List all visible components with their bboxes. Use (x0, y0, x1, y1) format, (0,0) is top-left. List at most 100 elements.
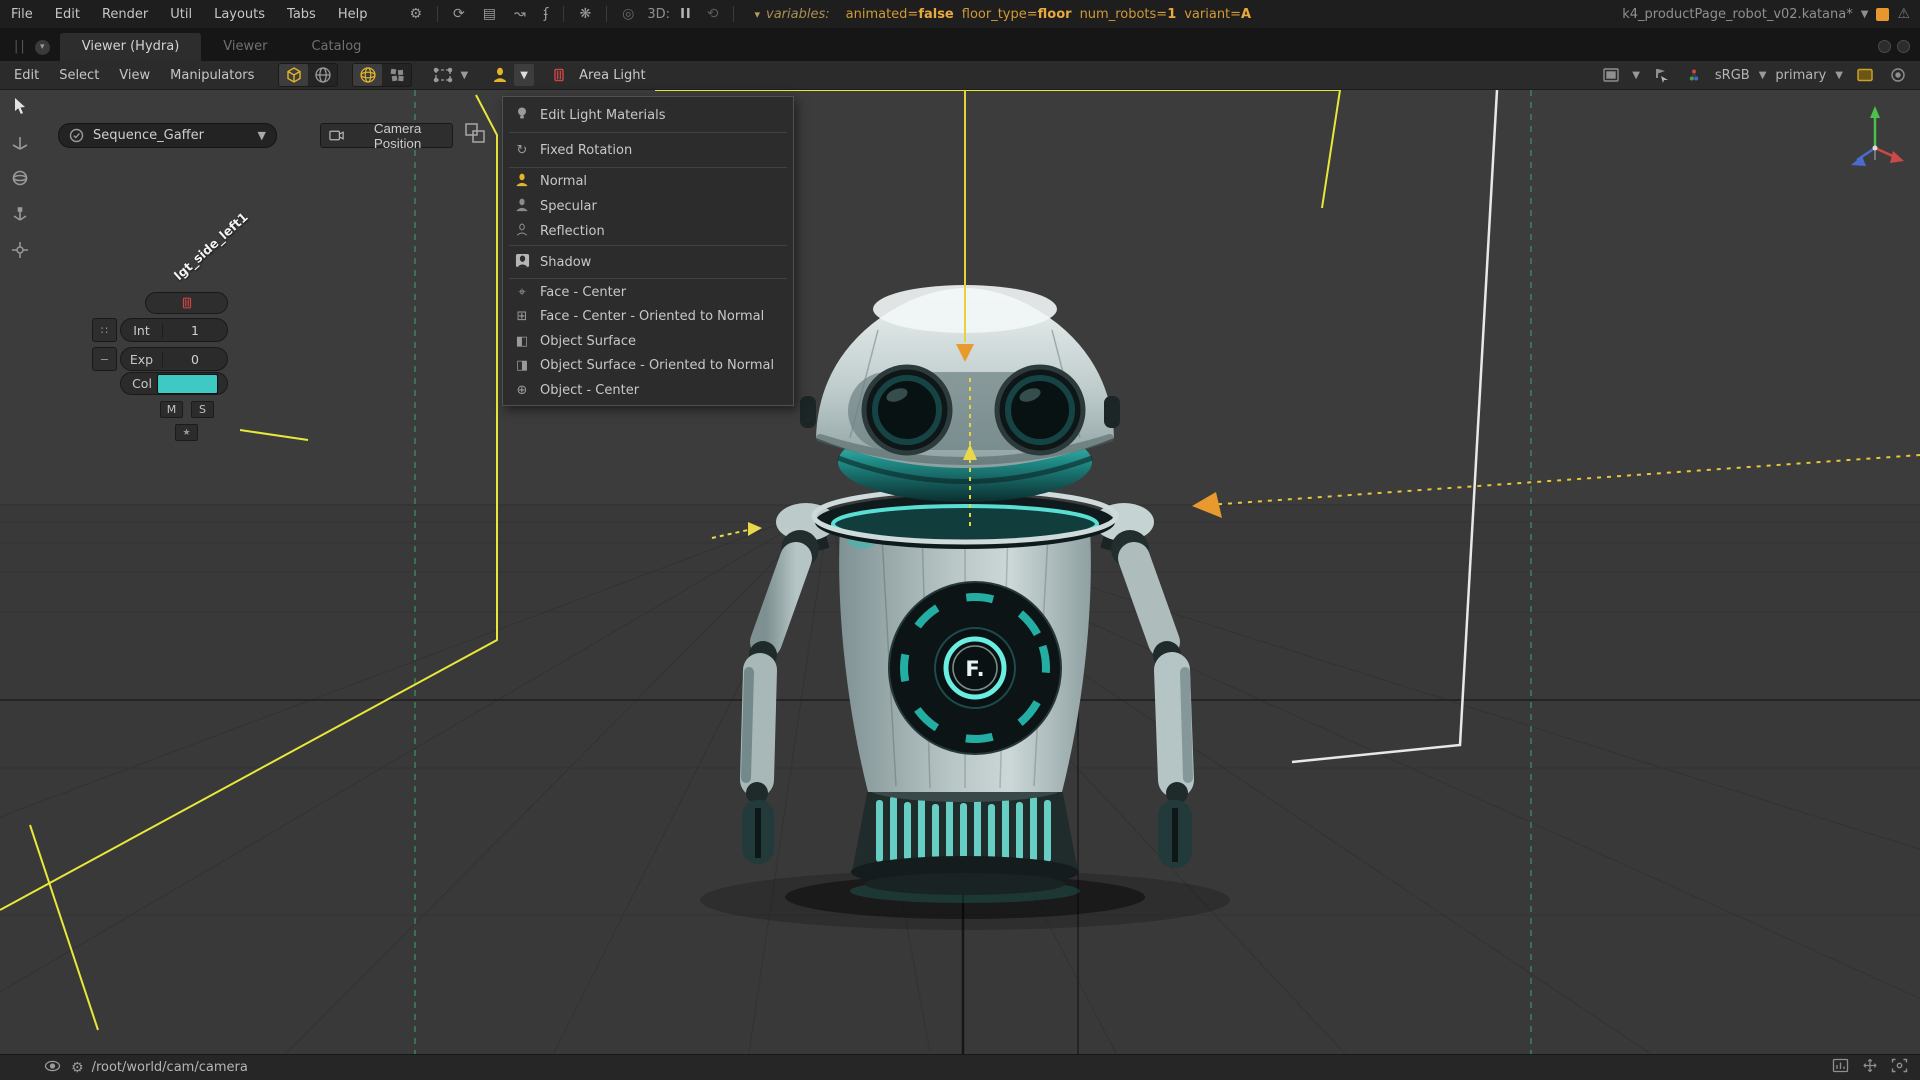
menu-item-fixed-rotation[interactable]: ↻ Fixed Rotation (503, 134, 793, 166)
look-through-eye-icon[interactable] (44, 1059, 61, 1077)
menu-item-edit-light-materials[interactable]: Edit Light Materials (503, 99, 793, 131)
graph-state-variables[interactable]: ▾ variables: animated=false floor_type=f… (754, 7, 1251, 22)
menu-help[interactable]: Help (327, 7, 379, 22)
clapperboard-icon[interactable]: ▤ (474, 6, 505, 22)
light-mode-dropdown-caret-icon[interactable]: ▼ (514, 64, 535, 86)
menu-item-object-center[interactable]: ⊕ Object - Center (503, 378, 793, 403)
exposure-field[interactable]: Exp 0 (120, 347, 228, 371)
fit-view-icon[interactable] (1891, 1058, 1908, 1077)
eye-toggle-icon[interactable] (1883, 64, 1912, 86)
mute-button[interactable]: M (160, 401, 183, 418)
colorspace-caret-icon[interactable]: ▼ (1756, 70, 1770, 81)
recycle-icon[interactable]: ⟳ (444, 6, 474, 22)
channel-label[interactable]: primary (1773, 68, 1828, 83)
hook-icon[interactable]: ʄ (535, 6, 558, 22)
pane-options-icon[interactable]: ▾ (34, 40, 50, 55)
menu-layouts[interactable]: Layouts (203, 7, 276, 22)
camera-position-button[interactable]: Camera Position (320, 121, 453, 151)
pan-view-icon[interactable] (1862, 1058, 1878, 1077)
render-stats-icon[interactable] (1832, 1058, 1849, 1077)
person-icon (513, 223, 531, 241)
person-shadow-icon (513, 253, 531, 272)
viewer-menu-select[interactable]: Select (49, 68, 109, 83)
display-mode-caret-icon[interactable]: ▼ (1629, 70, 1643, 81)
menu-item-object-surface[interactable]: ◧ Object Surface (503, 329, 793, 354)
menu-item-label: Normal (540, 174, 588, 189)
tab-viewer-hydra[interactable]: Viewer (Hydra) (59, 33, 202, 61)
menu-item-label: Edit Light Materials (540, 107, 666, 123)
emblem-text: F. (965, 657, 984, 681)
look-through-path[interactable]: /root/world/cam/camera (92, 1060, 248, 1075)
menu-item-object-surface-oriented[interactable]: ◨ Object Surface - Oriented to Normal (503, 354, 793, 379)
texture-tiles-icon[interactable] (382, 64, 411, 86)
intensity-value[interactable]: 1 (163, 323, 227, 338)
wireframe-sphere-icon[interactable] (353, 64, 383, 86)
document-title-caret-icon[interactable]: ▼ (1861, 9, 1869, 20)
globe-mode-icon[interactable] (308, 64, 337, 86)
handle-dots-icon: ∷ (101, 323, 108, 337)
minus-icon: − (99, 352, 110, 366)
select-cursor-icon[interactable] (10, 96, 30, 120)
color-gamut-cone-icon (1680, 64, 1709, 86)
curve-editor-icon[interactable]: ↝ (505, 6, 535, 22)
current-light-type-label: Area Light (579, 67, 646, 83)
light-mode-person-icon[interactable] (485, 64, 514, 86)
variables-caret-icon[interactable]: ▾ (754, 8, 760, 21)
camera-settings-gear-icon[interactable]: ⚙ (71, 1060, 84, 1076)
marquee-dropdown-caret-icon[interactable]: ▼ (457, 70, 471, 81)
scale-manipulator-icon[interactable] (10, 204, 30, 228)
viewer-menu-edit[interactable]: Edit (4, 68, 49, 83)
marquee-select-icon[interactable] (428, 64, 457, 86)
exposure-value[interactable]: 0 (163, 352, 227, 367)
light-color-swatch[interactable] (157, 374, 218, 394)
pane-drag-handle[interactable]: || (0, 39, 33, 61)
viewport-3d-scene[interactable]: F. (0, 90, 1920, 1054)
warning-icon[interactable]: ⚠ (1897, 6, 1910, 22)
colorspace-label[interactable]: sRGB (1713, 68, 1752, 83)
translate-manipulator-icon[interactable] (10, 132, 30, 156)
separator (606, 6, 608, 22)
intensity-field[interactable]: Int 1 (120, 318, 228, 342)
display-mode-icon[interactable] (1596, 64, 1625, 86)
menu-tabs[interactable]: Tabs (276, 7, 327, 22)
pause-icon[interactable]: II (674, 7, 698, 22)
channel-caret-icon[interactable]: ▼ (1832, 70, 1846, 81)
gaffer-selector-caret-icon[interactable]: ▼ (258, 129, 266, 142)
menu-file[interactable]: File (0, 7, 44, 22)
menu-item-label: Object Surface - Oriented to Normal (540, 358, 775, 374)
menu-item-shadow[interactable]: Shadow (503, 247, 793, 277)
shaded-mode-cube-icon[interactable] (279, 64, 309, 86)
menu-render[interactable]: Render (91, 7, 159, 22)
snapping-flag-icon[interactable] (1647, 64, 1676, 86)
pane-maximize-icon[interactable] (1878, 40, 1891, 53)
duplicate-squares-icon[interactable] (462, 120, 488, 150)
gaffer-selector-dropdown[interactable]: Sequence_Gaffer ▼ (58, 123, 277, 148)
menu-util[interactable]: Util (159, 7, 203, 22)
tab-viewer[interactable]: Viewer (201, 33, 289, 61)
menu-item-specular[interactable]: Specular (503, 194, 793, 219)
viewer-menu-manipulators[interactable]: Manipulators (160, 68, 264, 83)
menu-item-face-center[interactable]: ⌖ Face - Center (503, 280, 793, 305)
settings-gear-icon[interactable]: ⚙ (400, 6, 431, 22)
monitor-output-icon[interactable] (1850, 64, 1879, 86)
intensity-drag-handle[interactable]: ∷ (92, 318, 117, 342)
pivot-manipulator-icon[interactable] (10, 240, 30, 264)
exposure-minus-button[interactable]: − (92, 347, 117, 371)
menu-item-reflection[interactable]: Reflection (503, 219, 793, 244)
flask-icon[interactable]: ❋ (570, 6, 600, 22)
document-title: k4_productPage_robot_v02.katana* (1622, 6, 1853, 22)
light-type-pill-button[interactable] (145, 292, 228, 314)
viewport-tool-column (10, 96, 30, 264)
menu-item-normal[interactable]: Normal (503, 169, 793, 194)
pane-close-icon[interactable] (1897, 40, 1910, 53)
viewer-menu-view[interactable]: View (109, 68, 160, 83)
solo-button[interactable]: S (191, 401, 214, 418)
menu-edit[interactable]: Edit (44, 7, 91, 22)
rotate-manipulator-icon[interactable] (10, 168, 30, 192)
variable-value: false (918, 6, 954, 22)
tab-catalog[interactable]: Catalog (289, 33, 383, 61)
favorite-star-button[interactable]: ★ (175, 424, 198, 441)
menu-item-face-center-oriented[interactable]: ⊞ Face - Center - Oriented to Normal (503, 305, 793, 330)
render-status-icon[interactable] (1876, 7, 1890, 21)
refresh-icon[interactable]: ⟲ (698, 6, 728, 22)
